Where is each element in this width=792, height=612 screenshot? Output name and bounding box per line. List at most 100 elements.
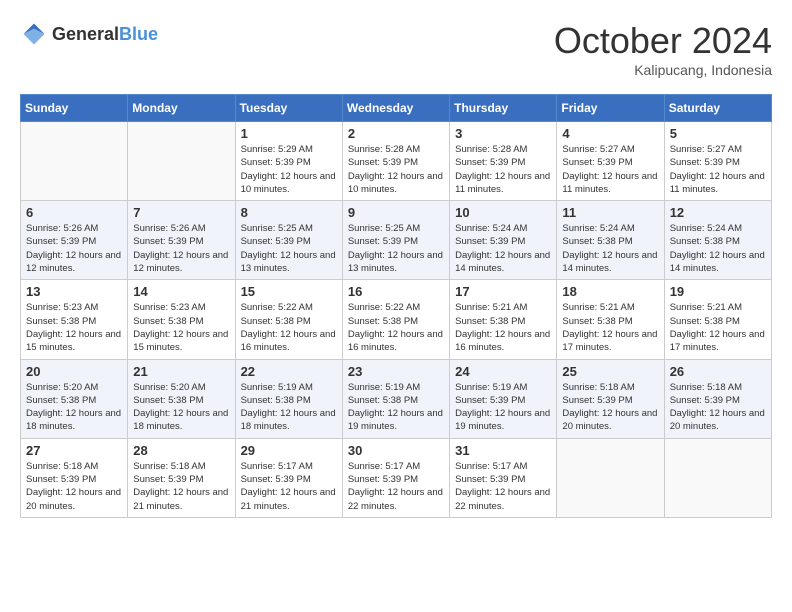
calendar-cell: 10 Sunrise: 5:24 AM Sunset: 5:39 PM Dayli… xyxy=(450,201,557,280)
day-info: Sunrise: 5:23 AM Sunset: 5:38 PM Dayligh… xyxy=(133,301,229,354)
day-number: 22 xyxy=(241,364,337,379)
day-info: Sunrise: 5:21 AM Sunset: 5:38 PM Dayligh… xyxy=(670,301,766,354)
day-info: Sunrise: 5:26 AM Sunset: 5:39 PM Dayligh… xyxy=(26,222,122,275)
day-info: Sunrise: 5:23 AM Sunset: 5:38 PM Dayligh… xyxy=(26,301,122,354)
calendar-cell: 15Sunrise: 5:22 AM Sunset: 5:38 PM Dayli… xyxy=(235,280,342,359)
day-number: 29 xyxy=(241,443,337,458)
day-number: 21 xyxy=(133,364,229,379)
day-info: Sunrise: 5:20 AM Sunset: 5:38 PM Dayligh… xyxy=(26,381,122,434)
calendar-cell: 5 Sunrise: 5:27 AM Sunset: 5:39 PM Daylig… xyxy=(664,122,771,201)
col-header-thursday: Thursday xyxy=(450,95,557,122)
day-info: Sunrise: 5:21 AM Sunset: 5:38 PM Dayligh… xyxy=(455,301,551,354)
day-number: 24 xyxy=(455,364,551,379)
day-number: 5 xyxy=(670,126,766,141)
calendar-cell: 9 Sunrise: 5:25 AM Sunset: 5:39 PM Daylig… xyxy=(342,201,449,280)
day-number: 17 xyxy=(455,284,551,299)
calendar-cell: 6 Sunrise: 5:26 AM Sunset: 5:39 PM Daylig… xyxy=(21,201,128,280)
calendar-cell: 29 Sunrise: 5:17 AM Sunset: 5:39 PM Dayli… xyxy=(235,438,342,517)
col-header-saturday: Saturday xyxy=(664,95,771,122)
calendar-cell: 26Sunrise: 5:18 AM Sunset: 5:39 PM Dayli… xyxy=(664,359,771,438)
calendar-cell: 3Sunrise: 5:28 AM Sunset: 5:39 PM Daylig… xyxy=(450,122,557,201)
day-number: 25 xyxy=(562,364,658,379)
day-info: Sunrise: 5:17 AM Sunset: 5:39 PM Dayligh… xyxy=(348,460,444,513)
day-info: Sunrise: 5:26 AM Sunset: 5:39 PM Dayligh… xyxy=(133,222,229,275)
calendar-week-row: 6 Sunrise: 5:26 AM Sunset: 5:39 PM Daylig… xyxy=(21,201,772,280)
day-number: 26 xyxy=(670,364,766,379)
logo-blue: Blue xyxy=(119,24,158,44)
day-info: Sunrise: 5:19 AM Sunset: 5:38 PM Dayligh… xyxy=(241,381,337,434)
page-header: GeneralBlue October 2024 Kalipucang, Ind… xyxy=(20,20,772,78)
day-info: Sunrise: 5:28 AM Sunset: 5:39 PM Dayligh… xyxy=(455,143,551,196)
day-number: 2 xyxy=(348,126,444,141)
day-number: 15 xyxy=(241,284,337,299)
day-info: Sunrise: 5:22 AM Sunset: 5:38 PM Dayligh… xyxy=(348,301,444,354)
day-info: Sunrise: 5:18 AM Sunset: 5:39 PM Dayligh… xyxy=(133,460,229,513)
day-number: 13 xyxy=(26,284,122,299)
calendar-week-row: 13 Sunrise: 5:23 AM Sunset: 5:38 PM Dayli… xyxy=(21,280,772,359)
calendar-cell xyxy=(21,122,128,201)
calendar-cell: 8 Sunrise: 5:25 AM Sunset: 5:39 PM Daylig… xyxy=(235,201,342,280)
day-info: Sunrise: 5:24 AM Sunset: 5:39 PM Dayligh… xyxy=(455,222,551,275)
day-number: 10 xyxy=(455,205,551,220)
col-header-wednesday: Wednesday xyxy=(342,95,449,122)
calendar-cell: 14 Sunrise: 5:23 AM Sunset: 5:38 PM Dayli… xyxy=(128,280,235,359)
calendar-cell: 12 Sunrise: 5:24 AM Sunset: 5:38 PM Dayli… xyxy=(664,201,771,280)
day-number: 4 xyxy=(562,126,658,141)
logo: GeneralBlue xyxy=(20,20,158,48)
calendar-cell: 28 Sunrise: 5:18 AM Sunset: 5:39 PM Dayli… xyxy=(128,438,235,517)
day-info: Sunrise: 5:19 AM Sunset: 5:39 PM Dayligh… xyxy=(455,381,551,434)
day-number: 14 xyxy=(133,284,229,299)
day-number: 28 xyxy=(133,443,229,458)
calendar-cell: 13 Sunrise: 5:23 AM Sunset: 5:38 PM Dayli… xyxy=(21,280,128,359)
day-number: 20 xyxy=(26,364,122,379)
calendar-cell: 22 Sunrise: 5:19 AM Sunset: 5:38 PM Dayli… xyxy=(235,359,342,438)
logo-general: General xyxy=(52,24,119,44)
day-number: 12 xyxy=(670,205,766,220)
month-title: October 2024 xyxy=(554,20,772,62)
day-number: 16 xyxy=(348,284,444,299)
location: Kalipucang, Indonesia xyxy=(554,62,772,78)
calendar-cell: 27 Sunrise: 5:18 AM Sunset: 5:39 PM Dayli… xyxy=(21,438,128,517)
col-header-tuesday: Tuesday xyxy=(235,95,342,122)
day-number: 6 xyxy=(26,205,122,220)
day-info: Sunrise: 5:27 AM Sunset: 5:39 PM Dayligh… xyxy=(562,143,658,196)
calendar-cell: 19 Sunrise: 5:21 AM Sunset: 5:38 PM Dayli… xyxy=(664,280,771,359)
calendar-cell: 25 Sunrise: 5:18 AM Sunset: 5:39 PM Dayli… xyxy=(557,359,664,438)
calendar-cell: 20 Sunrise: 5:20 AM Sunset: 5:38 PM Dayli… xyxy=(21,359,128,438)
day-number: 19 xyxy=(670,284,766,299)
calendar-cell: 18 Sunrise: 5:21 AM Sunset: 5:38 PM Dayli… xyxy=(557,280,664,359)
title-block: October 2024 Kalipucang, Indonesia xyxy=(554,20,772,78)
calendar-cell xyxy=(128,122,235,201)
day-info: Sunrise: 5:21 AM Sunset: 5:38 PM Dayligh… xyxy=(562,301,658,354)
day-info: Sunrise: 5:17 AM Sunset: 5:39 PM Dayligh… xyxy=(241,460,337,513)
day-info: Sunrise: 5:18 AM Sunset: 5:39 PM Dayligh… xyxy=(26,460,122,513)
day-number: 31 xyxy=(455,443,551,458)
day-info: Sunrise: 5:20 AM Sunset: 5:38 PM Dayligh… xyxy=(133,381,229,434)
day-info: Sunrise: 5:28 AM Sunset: 5:39 PM Dayligh… xyxy=(348,143,444,196)
day-number: 8 xyxy=(241,205,337,220)
day-number: 11 xyxy=(562,205,658,220)
day-info: Sunrise: 5:25 AM Sunset: 5:39 PM Dayligh… xyxy=(348,222,444,275)
day-info: Sunrise: 5:29 AM Sunset: 5:39 PM Dayligh… xyxy=(241,143,337,196)
day-number: 7 xyxy=(133,205,229,220)
day-info: Sunrise: 5:25 AM Sunset: 5:39 PM Dayligh… xyxy=(241,222,337,275)
day-number: 9 xyxy=(348,205,444,220)
day-info: Sunrise: 5:18 AM Sunset: 5:39 PM Dayligh… xyxy=(562,381,658,434)
calendar-cell: 23Sunrise: 5:19 AM Sunset: 5:38 PM Dayli… xyxy=(342,359,449,438)
calendar-cell: 30Sunrise: 5:17 AM Sunset: 5:39 PM Dayli… xyxy=(342,438,449,517)
col-header-friday: Friday xyxy=(557,95,664,122)
day-info: Sunrise: 5:24 AM Sunset: 5:38 PM Dayligh… xyxy=(562,222,658,275)
calendar-cell: 16 Sunrise: 5:22 AM Sunset: 5:38 PM Dayli… xyxy=(342,280,449,359)
calendar-cell: 31 Sunrise: 5:17 AM Sunset: 5:39 PM Dayli… xyxy=(450,438,557,517)
day-number: 27 xyxy=(26,443,122,458)
logo-icon xyxy=(20,20,48,48)
calendar-cell: 1Sunrise: 5:29 AM Sunset: 5:39 PM Daylig… xyxy=(235,122,342,201)
day-number: 23 xyxy=(348,364,444,379)
day-info: Sunrise: 5:27 AM Sunset: 5:39 PM Dayligh… xyxy=(670,143,766,196)
calendar-cell xyxy=(664,438,771,517)
day-info: Sunrise: 5:17 AM Sunset: 5:39 PM Dayligh… xyxy=(455,460,551,513)
day-info: Sunrise: 5:24 AM Sunset: 5:38 PM Dayligh… xyxy=(670,222,766,275)
day-number: 18 xyxy=(562,284,658,299)
calendar-cell: 11 Sunrise: 5:24 AM Sunset: 5:38 PM Dayli… xyxy=(557,201,664,280)
col-header-sunday: Sunday xyxy=(21,95,128,122)
